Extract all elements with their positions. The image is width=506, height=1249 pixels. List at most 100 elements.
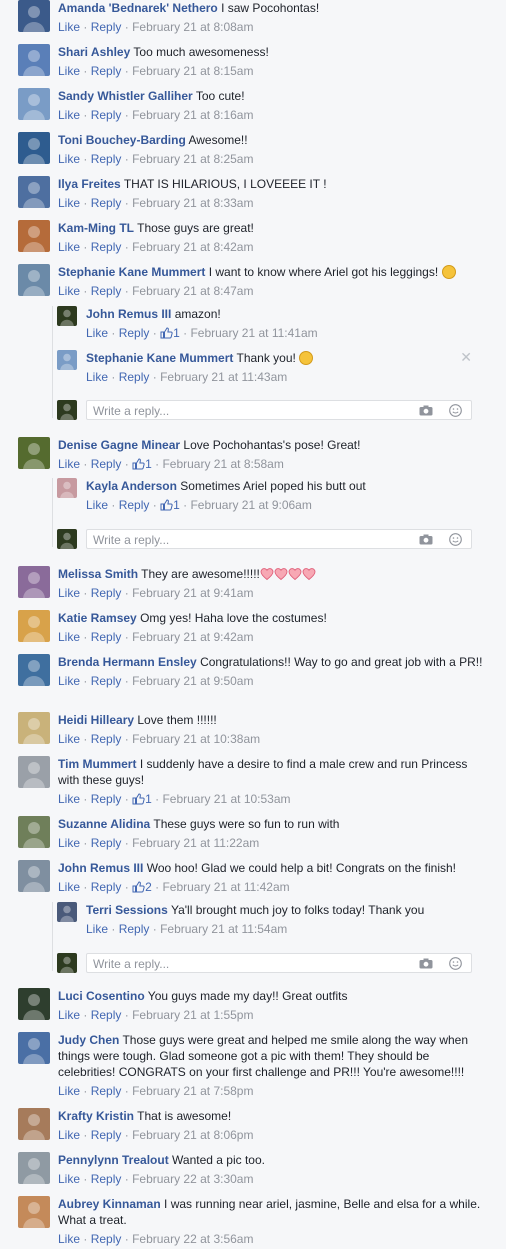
reply-link[interactable]: Reply <box>91 64 122 78</box>
reply-link[interactable]: Reply <box>91 792 122 806</box>
author-name[interactable]: Ilya Freites <box>58 177 121 191</box>
reply-link[interactable]: Reply <box>91 1172 122 1186</box>
like-link[interactable]: Like <box>58 108 80 122</box>
timestamp[interactable]: February 21 at 11:22am <box>132 836 259 850</box>
emoji-icon[interactable] <box>449 957 462 970</box>
avatar[interactable] <box>18 988 50 1020</box>
reply-link[interactable]: Reply <box>91 836 122 850</box>
like-link[interactable]: Like <box>58 1172 80 1186</box>
author-name[interactable]: Kam-Ming TL <box>58 221 134 235</box>
author-name[interactable]: Tim Mummert <box>58 757 136 771</box>
reply-link[interactable]: Reply <box>91 457 122 471</box>
author-name[interactable]: Amanda 'Bednarek' Nethero <box>58 1 218 15</box>
like-count-number[interactable]: 2 <box>145 880 152 894</box>
like-link[interactable]: Like <box>58 586 80 600</box>
emoji-icon[interactable] <box>449 404 462 417</box>
avatar[interactable] <box>57 350 77 370</box>
like-count-number[interactable]: 1 <box>145 457 152 471</box>
timestamp[interactable]: February 22 at 3:30am <box>132 1172 253 1186</box>
reply-link[interactable]: Reply <box>91 630 122 644</box>
timestamp[interactable]: February 21 at 1:55pm <box>132 1008 253 1022</box>
timestamp[interactable]: February 21 at 10:38am <box>132 732 260 746</box>
like-link[interactable]: Like <box>58 20 80 34</box>
like-link[interactable]: Like <box>86 498 108 512</box>
reply-link[interactable]: Reply <box>119 922 150 936</box>
author-name[interactable]: Denise Gagne Minear <box>58 438 180 452</box>
like-count-number[interactable]: 1 <box>145 792 152 806</box>
avatar[interactable] <box>18 1196 50 1228</box>
avatar[interactable] <box>57 902 77 922</box>
like-link[interactable]: Like <box>86 326 108 340</box>
timestamp[interactable]: February 21 at 11:54am <box>160 922 287 936</box>
close-icon[interactable]: ✕ <box>460 350 472 364</box>
avatar[interactable] <box>18 88 50 120</box>
author-name[interactable]: Melissa Smith <box>58 567 138 581</box>
like-link[interactable]: Like <box>58 64 80 78</box>
reply-link[interactable]: Reply <box>91 732 122 746</box>
avatar[interactable] <box>18 264 50 296</box>
author-name[interactable]: Sandy Whistler Galliher <box>58 89 193 103</box>
reply-input[interactable]: Write a reply... <box>86 529 472 549</box>
author-name[interactable]: Krafty Kristin <box>58 1109 134 1123</box>
timestamp[interactable]: February 21 at 11:42am <box>162 880 289 894</box>
avatar[interactable] <box>57 478 77 498</box>
avatar[interactable] <box>18 610 50 642</box>
like-link[interactable]: Like <box>58 1232 80 1246</box>
timestamp[interactable]: February 21 at 11:43am <box>160 370 287 384</box>
like-count[interactable]: 1 <box>160 326 180 340</box>
like-link[interactable]: Like <box>58 836 80 850</box>
avatar[interactable] <box>18 1032 50 1064</box>
avatar[interactable] <box>18 756 50 788</box>
like-link[interactable]: Like <box>86 922 108 936</box>
like-link[interactable]: Like <box>86 370 108 384</box>
author-name[interactable]: Toni Bouchey-Barding <box>58 133 186 147</box>
author-name[interactable]: Suzanne Alidina <box>58 817 150 831</box>
reply-link[interactable]: Reply <box>91 674 122 688</box>
timestamp[interactable]: February 21 at 8:42am <box>132 240 253 254</box>
like-link[interactable]: Like <box>58 196 80 210</box>
like-count[interactable]: 1 <box>132 792 152 806</box>
like-count[interactable]: 1 <box>160 498 180 512</box>
avatar[interactable] <box>18 1152 50 1184</box>
avatar[interactable] <box>18 44 50 76</box>
timestamp[interactable]: February 21 at 8:33am <box>132 196 253 210</box>
reply-link[interactable]: Reply <box>91 196 122 210</box>
author-name[interactable]: Heidi Hilleary <box>58 713 134 727</box>
avatar[interactable] <box>18 176 50 208</box>
avatar[interactable] <box>18 437 50 469</box>
avatar[interactable] <box>18 1108 50 1140</box>
author-name[interactable]: Terri Sessions <box>86 903 168 917</box>
camera-icon[interactable] <box>419 405 433 416</box>
like-link[interactable]: Like <box>58 792 80 806</box>
reply-link[interactable]: Reply <box>91 20 122 34</box>
like-link[interactable]: Like <box>58 630 80 644</box>
reply-link[interactable]: Reply <box>91 1084 122 1098</box>
like-link[interactable]: Like <box>58 1128 80 1142</box>
like-link[interactable]: Like <box>58 152 80 166</box>
avatar[interactable] <box>18 712 50 744</box>
author-name[interactable]: Shari Ashley <box>58 45 130 59</box>
author-name[interactable]: Luci Cosentino <box>58 989 145 1003</box>
author-name[interactable]: Judy Chen <box>58 1033 119 1047</box>
timestamp[interactable]: February 21 at 9:42am <box>132 630 253 644</box>
timestamp[interactable]: February 21 at 8:58am <box>162 457 283 471</box>
avatar[interactable] <box>18 220 50 252</box>
reply-link[interactable]: Reply <box>91 586 122 600</box>
like-link[interactable]: Like <box>58 674 80 688</box>
camera-icon[interactable] <box>419 958 433 969</box>
author-name[interactable]: Stephanie Kane Mummert <box>58 265 205 279</box>
avatar[interactable] <box>18 860 50 892</box>
reply-link[interactable]: Reply <box>119 370 150 384</box>
like-count-number[interactable]: 1 <box>173 498 180 512</box>
like-count-number[interactable]: 1 <box>173 326 180 340</box>
author-name[interactable]: John Remus III <box>86 307 171 321</box>
avatar[interactable] <box>18 0 50 32</box>
timestamp[interactable]: February 22 at 3:56am <box>132 1232 253 1246</box>
timestamp[interactable]: February 21 at 8:15am <box>132 64 253 78</box>
timestamp[interactable]: February 21 at 8:16am <box>132 108 253 122</box>
author-name[interactable]: Aubrey Kinnaman <box>58 1197 161 1211</box>
author-name[interactable]: Brenda Hermann Ensley <box>58 655 197 669</box>
like-link[interactable]: Like <box>58 284 80 298</box>
reply-link[interactable]: Reply <box>91 240 122 254</box>
reply-link[interactable]: Reply <box>91 1008 122 1022</box>
